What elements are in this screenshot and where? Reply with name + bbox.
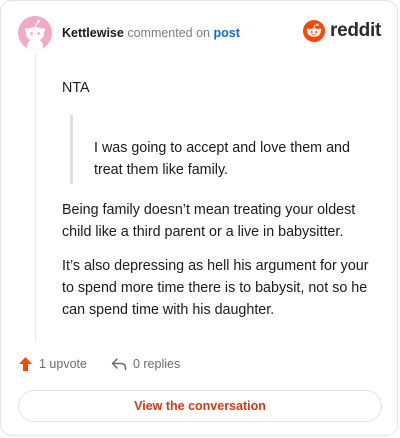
reply-count: 0 replies [132, 357, 181, 371]
reddit-brand[interactable]: reddit [303, 20, 381, 42]
comment-paragraph: It’s also depressing as hell his argumen… [62, 258, 369, 318]
author-link[interactable]: Kettlewise [62, 26, 124, 40]
quote-text: I was going to accept and love them and … [94, 140, 350, 178]
view-conversation-button[interactable]: View the conversation [18, 390, 382, 422]
reply-arrow-icon [111, 358, 127, 371]
snoo-avatar-icon [18, 16, 52, 50]
action-text: commented on [127, 26, 211, 40]
comment-footer: 1 upvote 0 replies [18, 356, 180, 372]
reply-stat[interactable]: 0 replies [111, 357, 180, 371]
reddit-wordmark: reddit [330, 20, 381, 41]
comment-body: NTA I was going to accept and love them … [62, 77, 380, 321]
comment-opening: NTA [62, 80, 90, 96]
reddit-alien-icon [303, 20, 326, 42]
comment-embed-card: Kettlewise commented on post reddit NTA … [0, 0, 398, 436]
upvote-stat[interactable]: 1 upvote [18, 356, 87, 372]
comment-header: Kettlewise commented on post [62, 26, 240, 40]
thread-line [35, 54, 36, 341]
blockquote: I was going to accept and love them and … [70, 115, 380, 184]
upvote-arrow-icon [19, 357, 32, 371]
avatar[interactable] [18, 16, 52, 50]
upvote-count: 1 upvote [39, 357, 87, 371]
view-conversation-label: View the conversation [134, 399, 266, 413]
post-link[interactable]: post [214, 26, 240, 40]
comment-paragraph: Being family doesn’t mean treating your … [62, 202, 356, 240]
